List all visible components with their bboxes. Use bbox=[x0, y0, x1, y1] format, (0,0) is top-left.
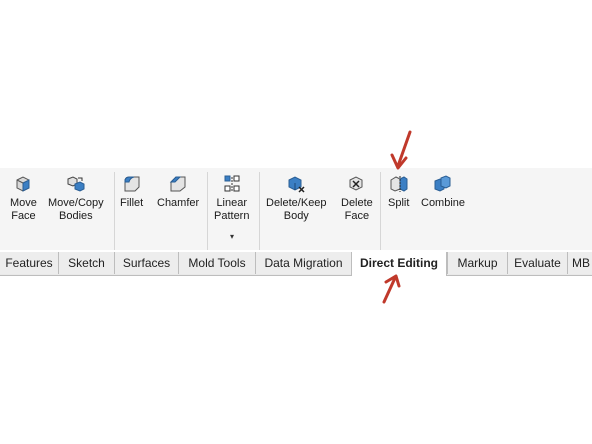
linear-pattern-icon bbox=[222, 174, 242, 194]
ribbon-separator bbox=[380, 172, 381, 250]
tab-sketch[interactable]: Sketch bbox=[58, 252, 114, 274]
move-face-icon bbox=[13, 174, 33, 194]
chamfer-icon bbox=[168, 174, 188, 194]
tab-markup[interactable]: Markup bbox=[447, 252, 507, 274]
move-face-button[interactable]: Move Face bbox=[10, 174, 37, 223]
delete-keep-body-button[interactable]: Delete/Keep Body bbox=[266, 174, 327, 223]
fillet-button[interactable]: Fillet bbox=[120, 174, 143, 210]
ribbon-separator bbox=[207, 172, 208, 250]
delete-face-label-1: Delete bbox=[341, 197, 373, 209]
fillet-label: Fillet bbox=[120, 197, 144, 209]
split-button[interactable]: Split bbox=[388, 174, 409, 210]
split-label: Split bbox=[388, 197, 410, 209]
tab-surfaces[interactable]: Surfaces bbox=[114, 252, 178, 274]
linear-pattern-label-1: Linear bbox=[216, 197, 248, 209]
tab-features[interactable]: Features bbox=[0, 252, 58, 274]
linear-pattern-label-2: Pattern bbox=[214, 210, 250, 222]
delete-keep-body-icon bbox=[286, 174, 306, 194]
combine-label: Combine bbox=[421, 197, 466, 209]
delete-face-label-2: Face bbox=[344, 210, 370, 222]
move-face-label-2: Face bbox=[11, 210, 36, 222]
move-face-label-1: Move bbox=[10, 197, 37, 209]
move-copy-bodies-label-2: Bodies bbox=[59, 210, 93, 222]
delete-keep-body-label-2: Body bbox=[283, 210, 309, 222]
combine-icon bbox=[433, 174, 453, 194]
command-manager-tabs: Features Sketch Surfaces Mold Tools Data… bbox=[0, 252, 592, 276]
move-copy-bodies-icon bbox=[66, 174, 86, 194]
move-copy-bodies-button[interactable]: Move/Copy Bodies bbox=[48, 174, 104, 223]
annotation-arrow-split bbox=[390, 130, 412, 170]
ribbon-separator bbox=[259, 172, 260, 250]
move-copy-bodies-label-1: Move/Copy bbox=[48, 197, 104, 209]
fillet-icon bbox=[122, 174, 142, 194]
tab-mbd[interactable]: MB bbox=[567, 252, 592, 274]
tab-mold-tools[interactable]: Mold Tools bbox=[178, 252, 255, 274]
delete-keep-body-label-1: Delete/Keep bbox=[266, 197, 327, 209]
linear-pattern-button[interactable]: Linear Pattern bbox=[214, 174, 249, 223]
delete-face-icon bbox=[347, 174, 367, 194]
annotation-arrow-direct-editing bbox=[382, 274, 401, 304]
chamfer-label: Chamfer bbox=[157, 197, 200, 209]
tab-data-migration[interactable]: Data Migration bbox=[255, 252, 351, 274]
command-ribbon: Move Face Move/Copy Bodies Fillet Chamfe… bbox=[0, 168, 592, 250]
ribbon-separator bbox=[114, 172, 115, 250]
split-icon bbox=[389, 174, 409, 194]
tab-evaluate[interactable]: Evaluate bbox=[507, 252, 567, 274]
delete-face-button[interactable]: Delete Face bbox=[341, 174, 373, 223]
linear-pattern-dropdown-icon[interactable]: ▾ bbox=[230, 232, 234, 241]
chamfer-button[interactable]: Chamfer bbox=[157, 174, 199, 210]
combine-button[interactable]: Combine bbox=[421, 174, 465, 210]
